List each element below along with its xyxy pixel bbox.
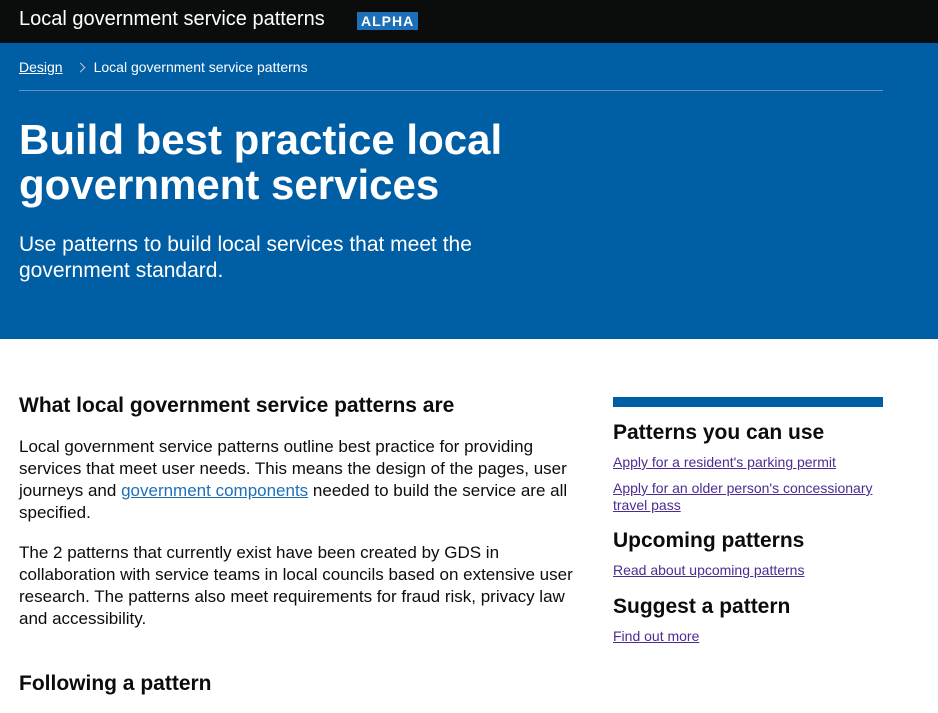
find-out-more-link[interactable]: Find out more (613, 628, 883, 645)
page-title: Build best practice local government ser… (19, 116, 503, 208)
phase-tag: ALPHA (357, 12, 419, 30)
chevron-right-icon (75, 62, 86, 73)
breadcrumb: Design Local government service patterns (19, 58, 308, 76)
site-header: Local government service patterns ALPHA (0, 0, 938, 43)
hero-banner: Design Local government service patterns … (0, 43, 938, 339)
breadcrumb-current: Local government service patterns (93, 59, 308, 75)
government-components-link[interactable]: government components (121, 481, 308, 500)
upcoming-patterns-heading: Upcoming patterns (613, 529, 805, 552)
heading-following-a-pattern: Following a pattern (19, 672, 212, 695)
collaboration-paragraph: The 2 patterns that currently exist have… (19, 543, 573, 628)
concessionary-travel-pass-link[interactable]: Apply for an older person's concessionar… (613, 480, 883, 514)
patterns-you-can-use-heading: Patterns you can use (613, 421, 825, 444)
related-sidebar: Patterns you can use Apply for a residen… (613, 397, 883, 644)
parking-permit-link[interactable]: Apply for a resident's parking permit (613, 454, 883, 471)
breadcrumb-link-design[interactable]: Design (19, 59, 63, 75)
heading-what-patterns-are: What local government service patterns a… (19, 394, 455, 417)
hero-lede: Use patterns to build local services tha… (19, 233, 472, 282)
suggest-a-pattern-heading: Suggest a pattern (613, 595, 791, 618)
upcoming-patterns-link[interactable]: Read about upcoming patterns (613, 562, 883, 579)
intro-paragraph: Local government service patterns outlin… (19, 436, 579, 524)
site-title-link[interactable]: Local government service patterns (19, 7, 325, 31)
hero-divider (19, 90, 883, 91)
